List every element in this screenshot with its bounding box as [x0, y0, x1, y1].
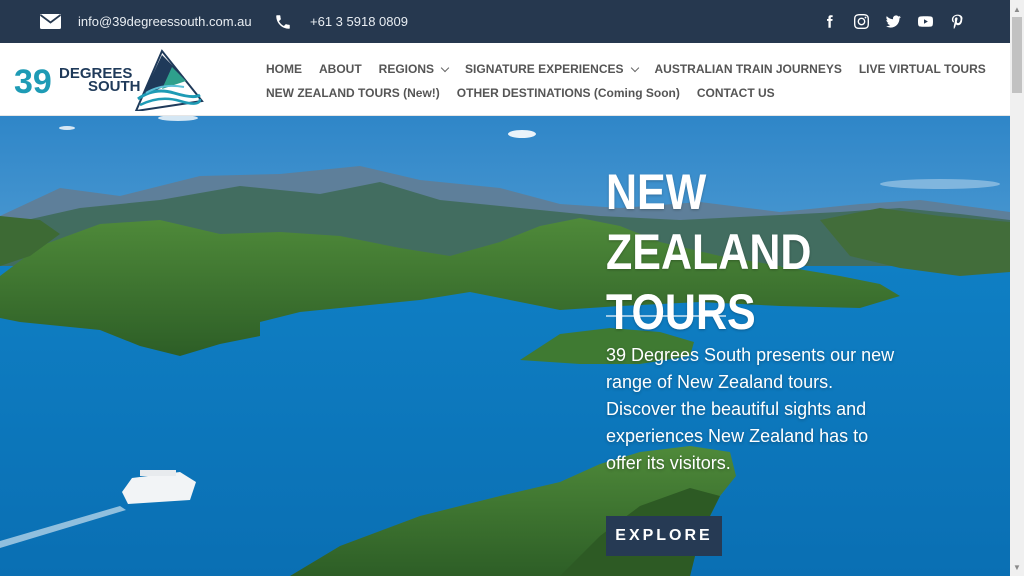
hero-divider [606, 315, 726, 317]
logo-south: SOUTH [88, 78, 141, 95]
pinterest-icon[interactable] [946, 0, 968, 43]
logo-number: 39 [14, 63, 52, 101]
top-contact-bar: info@39degreessouth.com.au +61 3 5918 08… [0, 0, 1010, 43]
scroll-down-arrow[interactable]: ▼ [1010, 560, 1024, 574]
nav-item-label: CONTACT US [696, 86, 775, 100]
chevron-down-icon [440, 63, 450, 72]
nav-item-contact-us[interactable]: CONTACT US [697, 86, 775, 100]
hero-section: NEW ZEALAND TOURS 39 Degrees South prese… [0, 116, 1010, 576]
nav-item-label: OTHER DESTINATIONS (Coming Soon) [456, 86, 680, 100]
email-link[interactable]: info@39degreessouth.com.au [40, 0, 252, 43]
nav-item-regions[interactable]: REGIONS [378, 62, 450, 76]
nav-item-australian-train-journeys[interactable]: AUSTRALIAN TRAIN JOURNEYS [655, 62, 842, 76]
nav-item-label: HOME [266, 62, 302, 76]
main-navigation: HOME ABOUT REGIONS SIGNATURE EXPERIENCES AUS… [266, 57, 986, 105]
nav-item-home[interactable]: HOME [266, 62, 302, 76]
chevron-down-icon [630, 63, 639, 72]
phone-icon [276, 14, 290, 29]
nav-item-label: NEW ZEALAND TOURS (New!) [266, 86, 440, 100]
hero-title-line2: TOURS [606, 284, 756, 340]
facebook-icon[interactable] [818, 0, 840, 43]
envelope-icon [40, 14, 61, 29]
hero-description: 39 Degrees South presents our new range … [606, 345, 895, 473]
phone-number[interactable]: +61 3 5918 0809 [310, 14, 408, 29]
scrollbar-thumb[interactable] [1012, 17, 1022, 93]
nav-row-secondary: NEW ZEALAND TOURS (New!) OTHER DESTINATIO… [266, 81, 986, 105]
site-logo[interactable]: 39 DEGREES SOUTH [14, 49, 204, 113]
hero-title-line1: NEW ZEALAND [606, 164, 812, 280]
site-header: 39 DEGREES SOUTH HOME ABOUT REGIONS SIGNATU… [0, 43, 1010, 116]
nav-item-other-destinations-coming-soon[interactable]: OTHER DESTINATIONS (Coming Soon) [457, 86, 680, 100]
nav-item-label: LIVE VIRTUAL TOURS [858, 62, 986, 76]
explore-button[interactable]: EXPLORE [606, 516, 722, 556]
nav-item-about[interactable]: ABOUT [319, 62, 362, 76]
nav-item-new-zealand-tours-new[interactable]: NEW ZEALAND TOURS (New!) [266, 86, 440, 100]
nav-row-primary: HOME ABOUT REGIONS SIGNATURE EXPERIENCES AUS… [266, 57, 986, 81]
logo-mountain-emblem [134, 49, 204, 113]
nav-item-label: SIGNATURE EXPERIENCES [465, 62, 624, 76]
youtube-icon[interactable] [914, 0, 936, 43]
nav-item-label: AUSTRALIAN TRAIN JOURNEYS [654, 62, 842, 76]
email-address[interactable]: info@39degreessouth.com.au [78, 14, 252, 29]
scroll-up-arrow[interactable]: ▲ [1010, 2, 1024, 16]
nav-item-signature-experiences[interactable]: SIGNATURE EXPERIENCES [465, 62, 639, 76]
twitter-icon[interactable] [882, 0, 904, 43]
nav-item-live-virtual-tours[interactable]: LIVE VIRTUAL TOURS [859, 62, 986, 76]
nav-item-label: REGIONS [378, 62, 435, 76]
phone-link[interactable]: +61 3 5918 0809 [274, 0, 408, 43]
instagram-icon[interactable] [850, 0, 872, 43]
nav-item-label: ABOUT [319, 62, 362, 76]
